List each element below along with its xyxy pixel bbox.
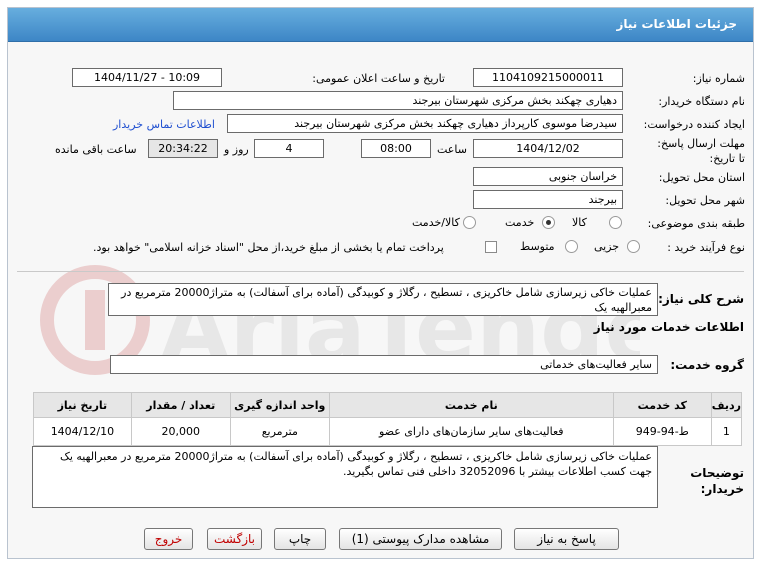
need-number-label: شماره نیاز: xyxy=(692,72,745,85)
remaining-time-field: 20:34:22 xyxy=(148,139,218,158)
creator-field: سیدرضا موسوی کارپرداز دهیاری چهکند بخش م… xyxy=(227,114,623,133)
cell-row-number: 1 xyxy=(710,417,743,446)
cell-quantity: 20,000 xyxy=(130,417,231,446)
print-button[interactable]: چاپ xyxy=(274,528,326,550)
purchase-option-minor: جزیی xyxy=(594,240,620,253)
cell-service-name: فعالیت‌های سایر سازمان‌های دارای عضو xyxy=(328,417,614,446)
col-service-code: کد خدمت xyxy=(612,392,712,418)
summary-label: شرح کلی نیاز: xyxy=(658,292,744,306)
deadline-date-field: 1404/12/02 xyxy=(473,139,623,158)
deadline-label: مهلت ارسال پاسخ: تا تاریخ: xyxy=(657,137,745,165)
time-label: ساعت xyxy=(437,143,467,156)
category-option-goods: کالا xyxy=(572,216,587,229)
buyer-org-field: دهیاری چهکند بخش مرکزی شهرستان بیرجند xyxy=(173,91,623,110)
buyer-notes-label: توضیحات خریدار: xyxy=(690,466,744,496)
province-field: خراسان جنوبی xyxy=(473,167,623,186)
back-button[interactable]: بازگشت xyxy=(207,528,262,550)
exit-button[interactable]: خروج xyxy=(144,528,193,550)
deadline-time-field: 08:00 xyxy=(361,139,431,158)
title-bar: جزئیات اطلاعات نیاز xyxy=(8,8,753,42)
announce-field: 1404/11/27 - 10:09 xyxy=(72,68,222,87)
buyer-notes-textarea[interactable]: عملیات خاکی زیرسازی شامل خاکریزی ، تسطیح… xyxy=(32,446,658,508)
service-group-field: سایر فعالیت‌های خدماتی xyxy=(110,355,658,374)
category-option-service: خدمت xyxy=(505,216,535,229)
separator xyxy=(17,271,744,272)
cell-need-date: 1404/12/10 xyxy=(33,417,132,446)
category-option-both: کالا/خدمت xyxy=(412,216,460,229)
remaining-label: ساعت باقی مانده xyxy=(55,143,137,156)
page-title: جزئیات اطلاعات نیاز xyxy=(616,17,737,31)
days-label: روز و xyxy=(224,143,249,156)
creator-label: ایجاد کننده درخواست: xyxy=(643,118,745,131)
need-number-field: 1104109215000011 xyxy=(473,68,623,87)
table-header-row: ردیف کد خدمت نام خدمت واحد اندازه گیری ت… xyxy=(33,392,743,418)
col-row-number: ردیف xyxy=(710,392,743,418)
city-label: شهر محل تحویل: xyxy=(665,194,745,207)
days-field: 4 xyxy=(254,139,324,158)
treasury-checkbox[interactable] xyxy=(485,241,497,253)
cell-unit: مترمربع xyxy=(229,417,330,446)
summary-textarea[interactable]: عملیات خاکی زیرسازی شامل خاکریزی ، تسطیح… xyxy=(108,283,658,316)
payment-note: پرداخت تمام یا بخشی از مبلغ خرید،از محل … xyxy=(93,241,444,254)
province-label: استان محل تحویل: xyxy=(658,171,745,184)
category-radio-both[interactable] xyxy=(463,216,476,229)
reply-button[interactable]: پاسخ به نیاز xyxy=(514,528,619,550)
services-table: ردیف کد خدمت نام خدمت واحد اندازه گیری ت… xyxy=(33,392,743,446)
services-section-title: اطلاعات خدمات مورد نیاز xyxy=(593,320,744,334)
view-attachments-button[interactable]: مشاهده مدارک پیوستی (1) xyxy=(339,528,502,550)
purchase-radio-minor[interactable] xyxy=(627,240,640,253)
table-row: 1 ط-94-949 فعالیت‌های سایر سازمان‌های دا… xyxy=(33,417,743,446)
col-need-date: تاریخ نیاز xyxy=(33,392,132,418)
purchase-radio-medium[interactable] xyxy=(565,240,578,253)
purchase-option-medium: متوسط xyxy=(520,240,555,253)
col-unit: واحد اندازه گیری xyxy=(229,392,330,418)
buyer-org-label: نام دستگاه خریدار: xyxy=(658,95,745,108)
service-group-label: گروه خدمت: xyxy=(670,358,744,372)
col-service-name: نام خدمت xyxy=(328,392,614,418)
cell-service-code: ط-94-949 xyxy=(612,417,712,446)
contact-buyer-link[interactable]: اطلاعات تماس خریدار xyxy=(113,118,215,131)
category-label: طبقه بندی موضوعی: xyxy=(647,217,745,230)
purchase-type-label: نوع فرآیند خرید : xyxy=(667,241,745,254)
city-field: بیرجند xyxy=(473,190,623,209)
col-quantity: تعداد / مقدار xyxy=(130,392,231,418)
category-radio-goods[interactable] xyxy=(609,216,622,229)
announce-label: تاریخ و ساعت اعلان عمومی: xyxy=(312,72,445,85)
category-radio-service[interactable] xyxy=(542,216,555,229)
